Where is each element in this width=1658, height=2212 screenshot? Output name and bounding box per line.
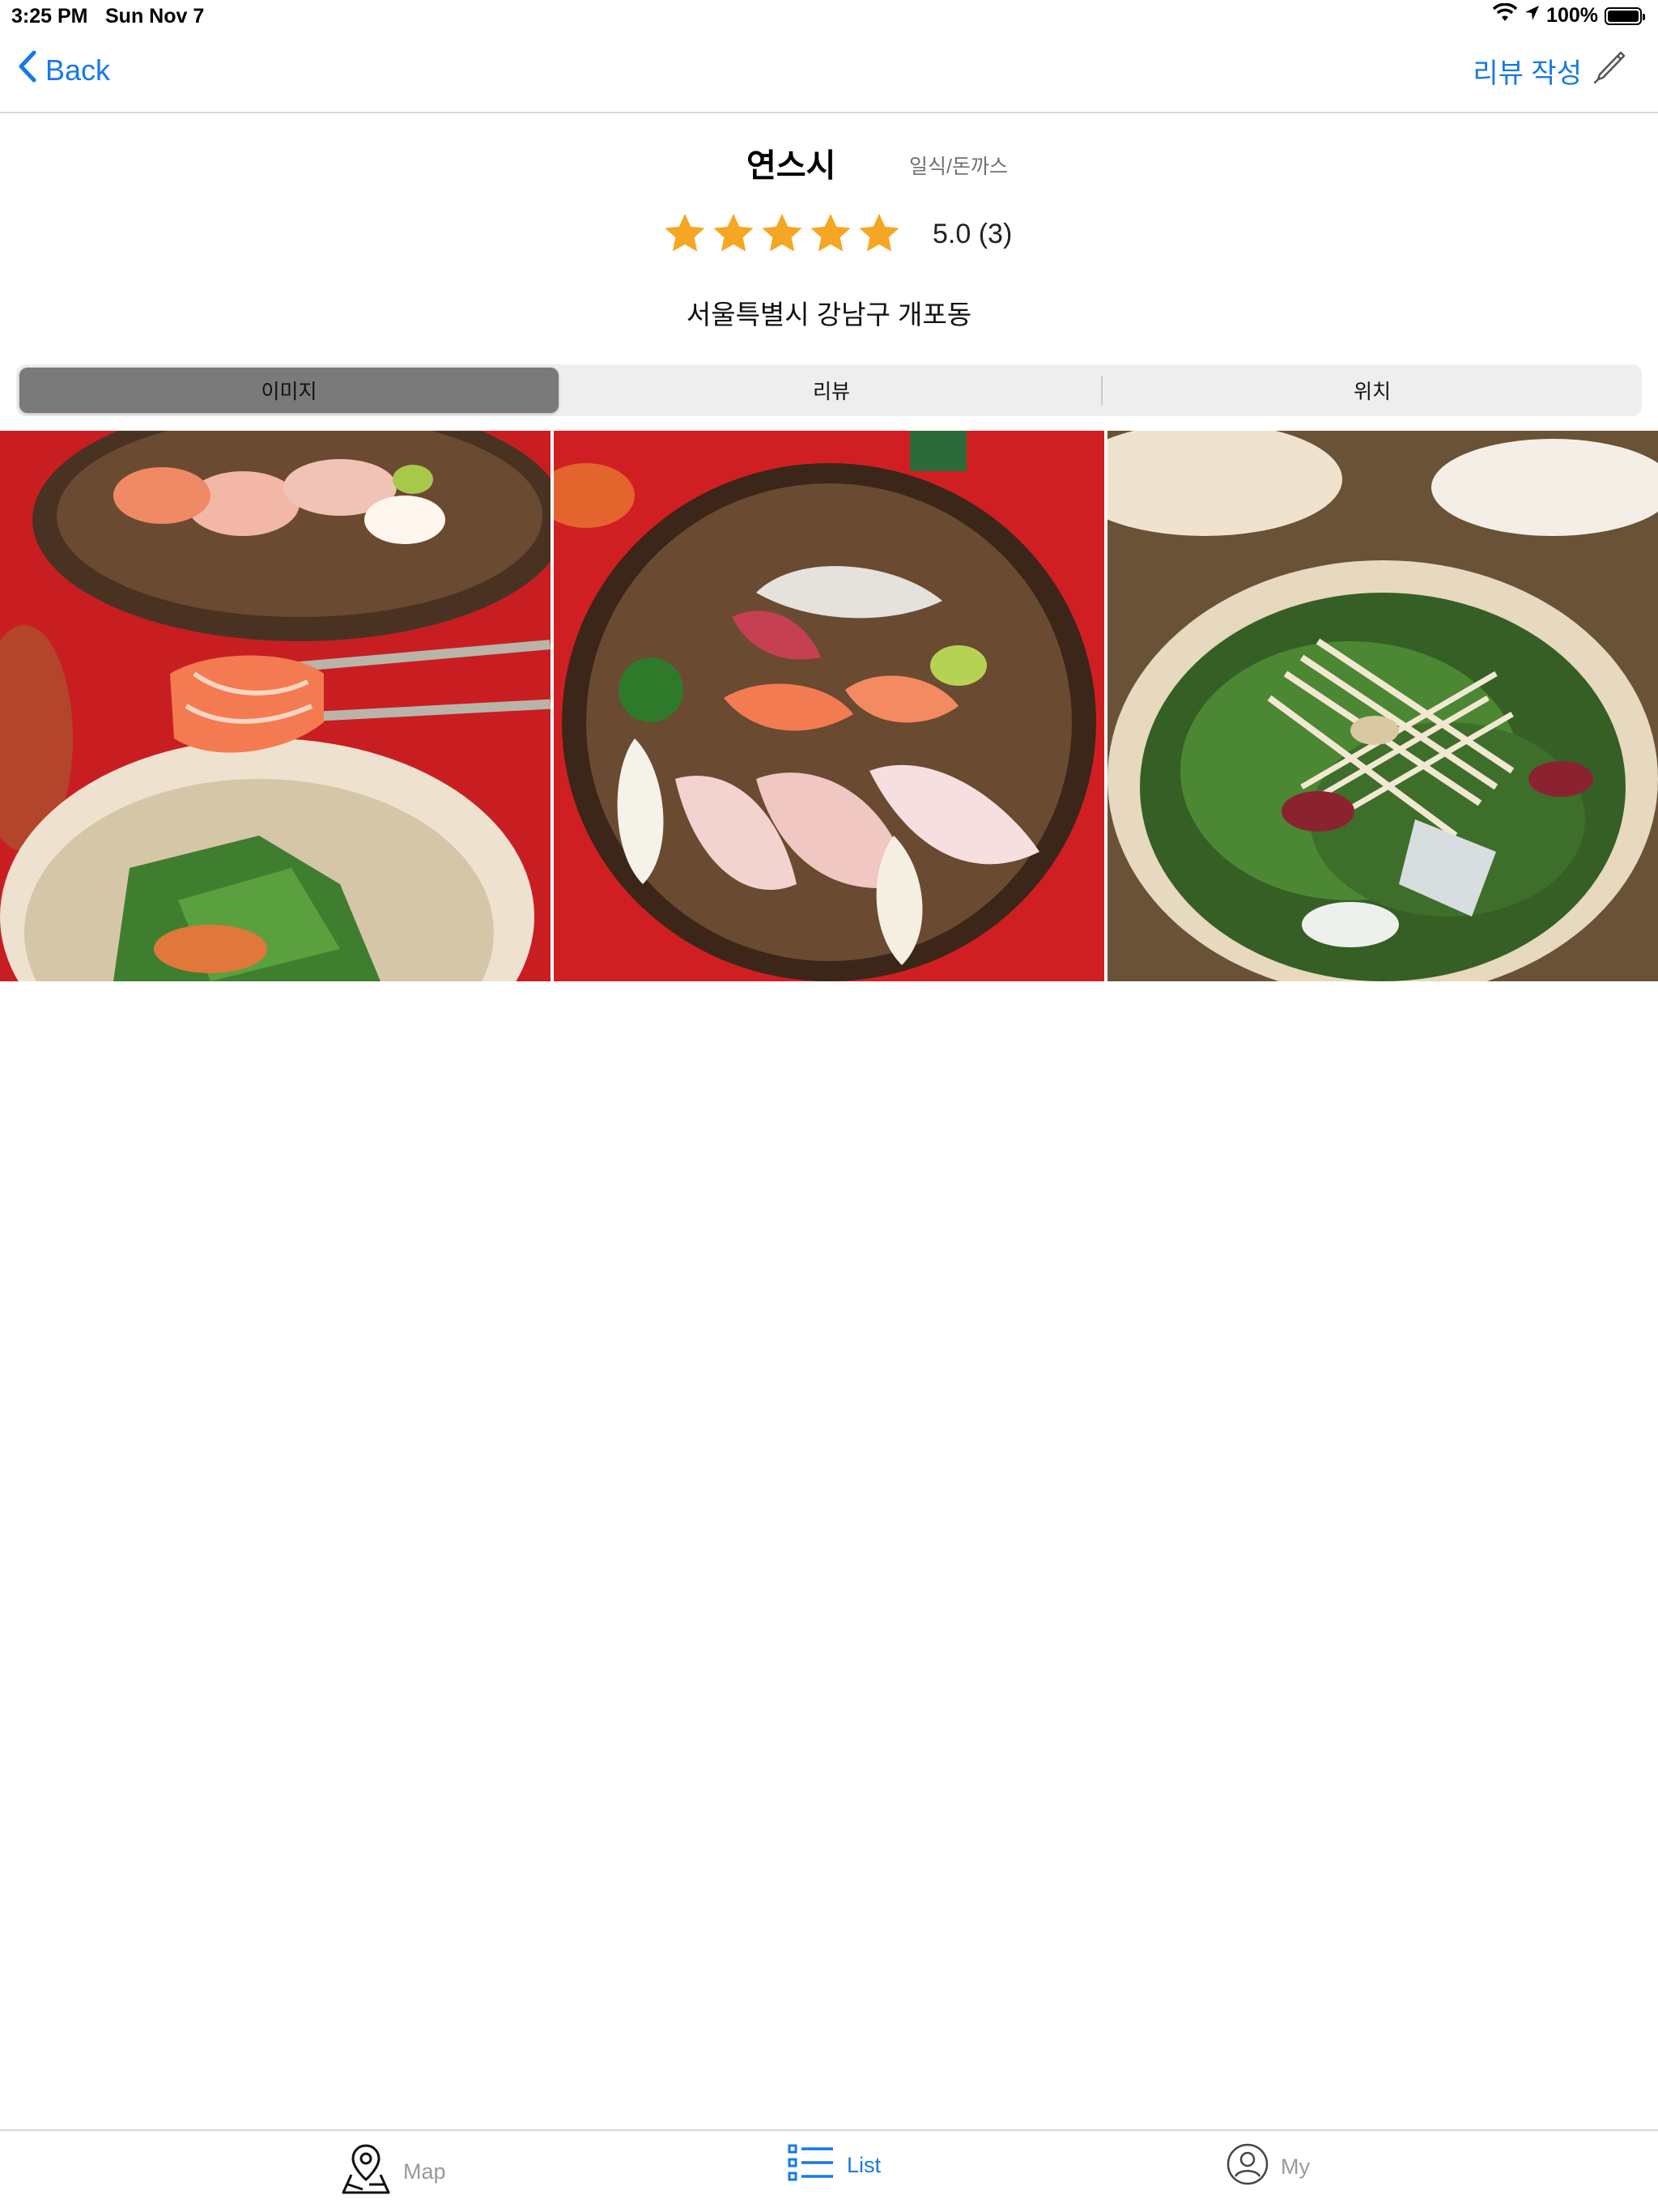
food-photo-salmon[interactable]: [0, 431, 551, 981]
user-circle-icon: [1226, 2142, 1269, 2192]
star-icon: [713, 214, 754, 252]
status-time: 3:25 PM: [11, 5, 88, 28]
rating-text: 5.0 (3): [933, 218, 1013, 249]
tab-map-label: Map: [403, 2159, 446, 2184]
list-icon: [787, 2142, 835, 2189]
write-review-label: 리뷰 작성: [1473, 58, 1582, 89]
write-review-button[interactable]: 리뷰 작성: [1473, 50, 1626, 91]
battery-icon: [1605, 6, 1645, 25]
star-rating: [662, 212, 902, 256]
segment-location[interactable]: 위치: [1103, 364, 1642, 416]
star-icon: [762, 214, 802, 252]
tab-bar: Map List My: [0, 2129, 1658, 2212]
place-name: 연스시: [746, 148, 836, 184]
segment-label: 이미지: [261, 381, 317, 403]
battery-percent: 100%: [1546, 4, 1598, 27]
tab-my-label: My: [1281, 2155, 1310, 2179]
food-photo-sashimi-salad[interactable]: [1107, 431, 1658, 981]
segment-label: 위치: [1353, 381, 1391, 403]
location-arrow-icon: [1524, 4, 1540, 28]
tab-map[interactable]: Map: [340, 2142, 446, 2201]
chevron-left-icon: [18, 50, 37, 90]
tab-list[interactable]: List: [787, 2142, 881, 2189]
segment-label: 리뷰: [812, 381, 850, 403]
map-pin-icon: [340, 2142, 392, 2201]
place-category: 일식/돈까스: [909, 155, 1008, 178]
food-photo-sashimi-platter[interactable]: [554, 431, 1104, 981]
star-icon: [859, 214, 899, 252]
pen-icon: [1593, 50, 1626, 91]
rating-row: 5.0 (3): [662, 212, 1012, 256]
segment-images[interactable]: 이미지: [19, 368, 559, 413]
wifi-icon: [1492, 2, 1518, 28]
status-date: Sun Nov 7: [105, 5, 205, 28]
star-icon: [810, 214, 851, 252]
star-icon: [665, 214, 705, 252]
segmented-control: 이미지 리뷰 위치: [16, 364, 1642, 416]
photo-gallery: [0, 431, 1658, 981]
back-button[interactable]: Back: [18, 50, 110, 90]
place-header: 연스시 일식/돈까스: [0, 139, 1658, 188]
back-label: Back: [45, 53, 111, 87]
status-bar: 3:25 PM Sun Nov 7 100%: [0, 0, 1658, 32]
tab-list-label: List: [847, 2153, 882, 2177]
place-address: 서울특별시 강남구 개포동: [686, 300, 972, 330]
tab-my[interactable]: My: [1226, 2142, 1310, 2192]
status-indicators: 100%: [1492, 2, 1645, 28]
navigation-bar: Back 리뷰 작성: [0, 32, 1658, 113]
segment-reviews[interactable]: 리뷰: [562, 364, 1101, 416]
